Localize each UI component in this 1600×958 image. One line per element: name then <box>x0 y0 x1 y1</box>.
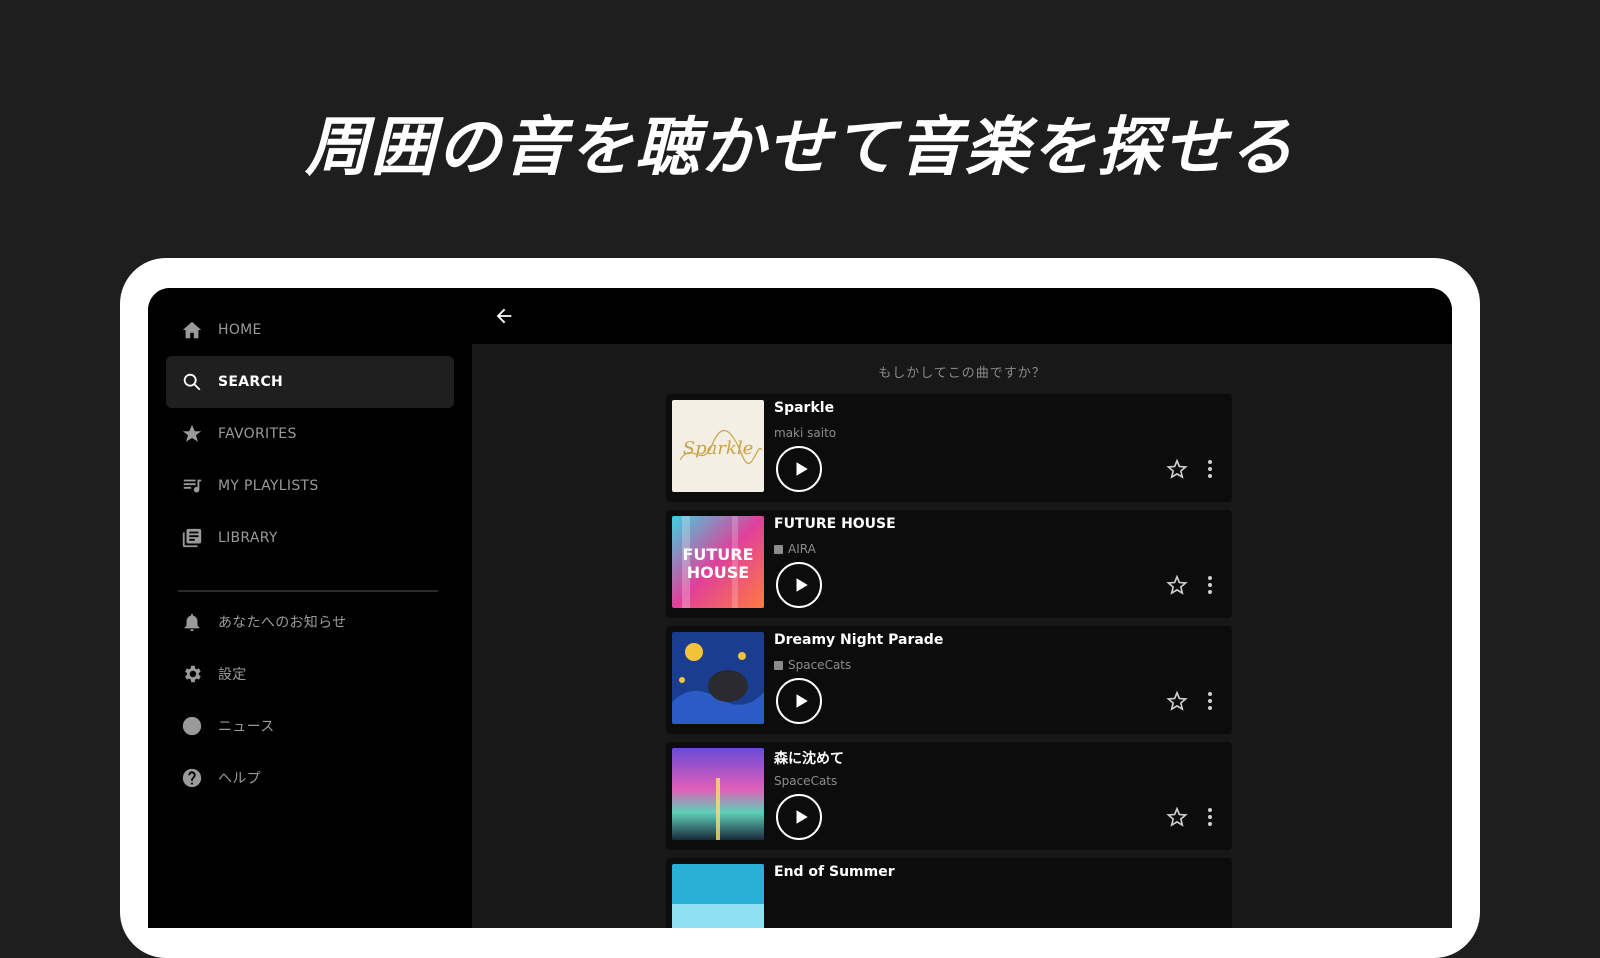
artist-name: SpaceCats <box>788 658 852 672</box>
svg-text:HOUSE: HOUSE <box>687 563 749 582</box>
artist-name: SpaceCats <box>774 774 838 788</box>
sidebar-item-label: 設定 <box>218 667 247 683</box>
library-icon <box>180 526 204 550</box>
play-button[interactable] <box>776 678 822 724</box>
track-title: 森に沈めて <box>774 751 844 767</box>
star-icon <box>180 422 204 446</box>
star-outline-icon <box>1166 458 1188 479</box>
playlist-icon <box>180 474 204 498</box>
play-icon <box>796 694 808 708</box>
track-title: FUTURE HOUSE <box>774 516 896 532</box>
track-title: Dreamy Night Parade <box>774 632 944 648</box>
sidebar-item-label: HOME <box>218 322 262 338</box>
help-icon <box>180 766 204 790</box>
track-title: End of Summer <box>774 864 895 880</box>
results-prompt: もしかしてこの曲ですか？ <box>878 366 1046 381</box>
arrow-back-icon <box>496 308 512 324</box>
more-vert-icon <box>1208 576 1212 580</box>
star-outline-icon <box>1166 574 1188 595</box>
sidebar-item-label: SEARCH <box>218 374 284 390</box>
track-card[interactable]: 森に沈めて SpaceCats <box>666 742 1232 850</box>
play-icon <box>796 578 808 592</box>
artist-name: AIRA <box>788 542 816 556</box>
app-screen: HOME SEARCH FAVORITES MY PLAYLISTS LIBRA… <box>148 288 1452 928</box>
play-icon <box>796 810 808 824</box>
sidebar-item-favorites[interactable]: FAVORITES <box>166 408 454 460</box>
verified-badge-icon <box>774 660 783 670</box>
sidebar-item-notifications[interactable]: あなたへのお知らせ <box>166 596 454 648</box>
sidebar-item-my-playlists[interactable]: MY PLAYLISTS <box>166 460 454 512</box>
verified-badge-icon <box>774 544 783 554</box>
track-card[interactable]: Dreamy Night Parade SpaceCats <box>666 626 1232 734</box>
album-art <box>672 748 764 840</box>
track-card[interactable]: Sparkle Sparkle maki saito <box>666 394 1232 502</box>
album-art <box>672 632 764 724</box>
track-artist: maki saito <box>774 426 836 440</box>
more-vert-icon <box>1208 460 1212 464</box>
bell-icon <box>180 610 204 634</box>
favorite-button[interactable] <box>1166 690 1188 712</box>
more-vert-icon <box>1208 692 1212 696</box>
favorite-button[interactable] <box>1166 574 1188 596</box>
sidebar-item-search[interactable]: SEARCH <box>166 356 454 408</box>
sidebar-item-settings[interactable]: 設定 <box>166 648 454 700</box>
sidebar-divider <box>178 590 438 592</box>
search-icon <box>180 370 204 394</box>
track-card[interactable]: End of Summer <box>666 858 1232 928</box>
track-list: Sparkle Sparkle maki saito FUTURE HOUSE … <box>666 394 1232 928</box>
sidebar-item-label: FAVORITES <box>218 426 297 442</box>
more-vert-icon <box>1208 808 1212 812</box>
sidebar-item-library[interactable]: LIBRARY <box>166 512 454 564</box>
more-options-button[interactable] <box>1202 806 1218 828</box>
play-button[interactable] <box>776 446 822 492</box>
album-art: Sparkle <box>672 400 764 492</box>
sidebar-item-label: MY PLAYLISTS <box>218 478 319 494</box>
more-options-button[interactable] <box>1202 690 1218 712</box>
news-icon <box>180 714 204 738</box>
back-button[interactable] <box>488 300 520 332</box>
play-icon <box>796 462 808 476</box>
sidebar-item-label: あなたへのお知らせ <box>218 615 347 631</box>
more-options-button[interactable] <box>1202 574 1218 596</box>
search-results: もしかしてこの曲ですか？ Sparkle Sparkle maki saito <box>472 344 1452 928</box>
sidebar-item-help[interactable]: ヘルプ <box>166 752 454 804</box>
home-icon <box>180 318 204 342</box>
more-options-button[interactable] <box>1202 458 1218 480</box>
gear-icon <box>180 662 204 686</box>
track-artist: AIRA <box>774 542 816 556</box>
star-outline-icon <box>1166 806 1188 827</box>
sidebar-item-label: ヘルプ <box>218 771 261 787</box>
track-artist: SpaceCats <box>774 774 837 788</box>
favorite-button[interactable] <box>1166 806 1188 828</box>
track-title: Sparkle <box>774 400 835 416</box>
album-art <box>672 864 764 928</box>
sidebar: HOME SEARCH FAVORITES MY PLAYLISTS LIBRA… <box>148 288 472 928</box>
play-button[interactable] <box>776 794 822 840</box>
favorite-button[interactable] <box>1166 458 1188 480</box>
album-art: FUTURE HOUSE <box>672 516 764 608</box>
track-artist: SpaceCats <box>774 658 851 672</box>
album-art-text: Sparkle <box>683 438 754 459</box>
play-button[interactable] <box>776 562 822 608</box>
sidebar-item-label: ニュース <box>218 719 275 735</box>
top-bar <box>472 288 1452 344</box>
sidebar-item-home[interactable]: HOME <box>166 304 454 356</box>
track-card[interactable]: FUTURE HOUSE FUTURE HOUSE AIRA <box>666 510 1232 618</box>
headline: 周囲の音を聴かせて音楽を探せる <box>305 111 1295 185</box>
sidebar-item-news[interactable]: ニュース <box>166 700 454 752</box>
svg-text:FUTURE: FUTURE <box>682 545 753 564</box>
sidebar-item-label: LIBRARY <box>218 530 278 546</box>
artist-name: maki saito <box>774 426 837 440</box>
star-outline-icon <box>1166 690 1188 711</box>
